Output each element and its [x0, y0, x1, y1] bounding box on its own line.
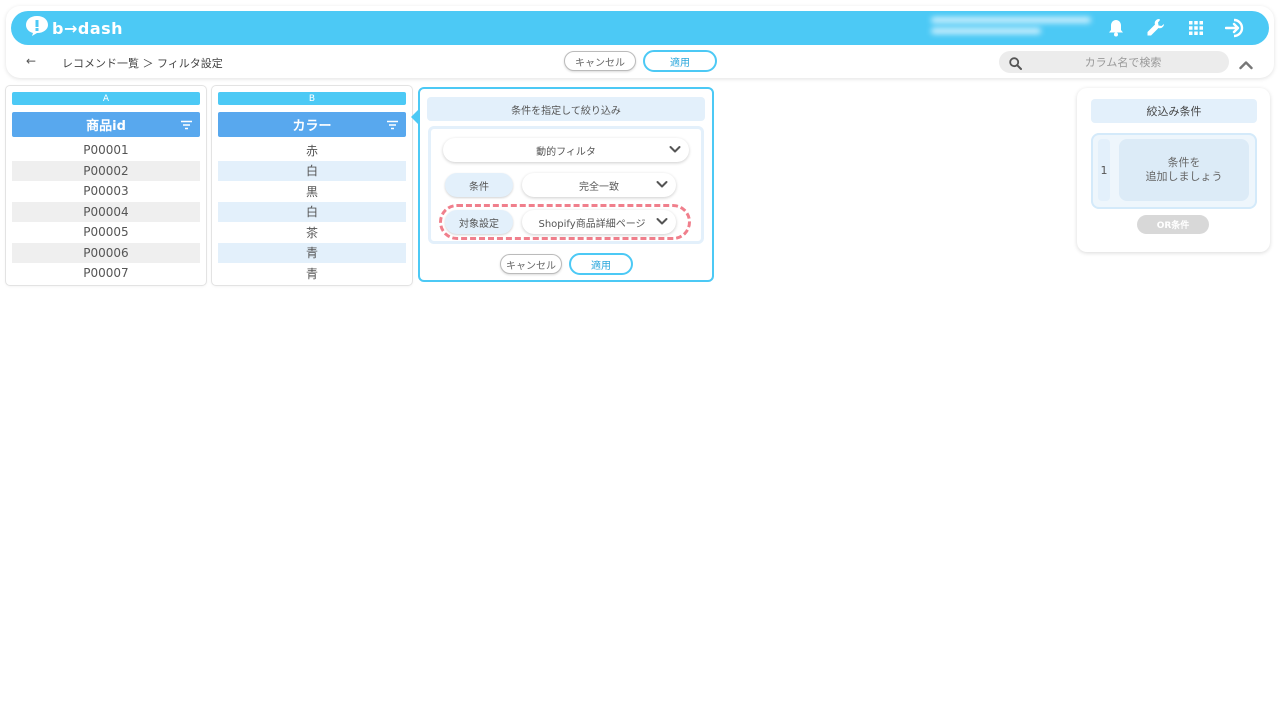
- column-card-a: A 商品id P00001 P00002 P00003 P00004 P0000…: [6, 86, 206, 285]
- panel-cancel-button[interactable]: キャンセル: [500, 254, 562, 274]
- filter-icon[interactable]: [387, 119, 398, 134]
- wrench-icon[interactable]: [1145, 17, 1167, 39]
- table-row[interactable]: 白: [218, 160, 406, 181]
- dropdown-value: 動的フィルタ: [536, 146, 596, 158]
- table-row[interactable]: P00003: [12, 181, 200, 202]
- breadcrumb: レコメンド一覧 ＞ フィルタ設定: [62, 57, 223, 70]
- add-condition-area[interactable]: 条件を 追加しましょう: [1119, 139, 1249, 201]
- table-row[interactable]: P00002: [12, 160, 200, 181]
- column-letter: A: [12, 92, 200, 105]
- panel-title: 条件を指定して絞り込み: [427, 97, 705, 121]
- table-row[interactable]: 青: [218, 263, 406, 284]
- dropdown-value: Shopify商品詳細ページ: [538, 218, 646, 230]
- logout-icon[interactable]: [1225, 17, 1247, 39]
- table-row[interactable]: 茶: [218, 222, 406, 243]
- search-icon: [1009, 55, 1022, 74]
- conditions-title: 絞込み条件: [1091, 99, 1257, 123]
- column-card-b: B カラー 赤 白 黒 白 茶 青 青: [212, 86, 412, 285]
- chevron-down-icon: [669, 144, 681, 157]
- condition-group: 1 条件を 追加しましょう: [1091, 133, 1257, 209]
- panel-pointer: [411, 110, 418, 124]
- search-input[interactable]: [1033, 53, 1213, 71]
- filter-icon[interactable]: [181, 119, 192, 134]
- apply-button[interactable]: 適用: [643, 50, 717, 72]
- cancel-button[interactable]: キャンセル: [564, 51, 636, 71]
- dropdown-value: 完全一致: [579, 181, 619, 193]
- or-condition-button[interactable]: OR条件: [1137, 215, 1209, 234]
- condition-label: 条件: [445, 173, 513, 197]
- condition-index: 1: [1098, 139, 1110, 201]
- conditions-panel: 絞込み条件 1 条件を 追加しましょう OR条件: [1077, 88, 1270, 252]
- chevron-down-icon: [656, 179, 668, 192]
- column-header-color[interactable]: カラー: [218, 112, 406, 137]
- table-row[interactable]: P00005: [12, 222, 200, 243]
- target-setting-dropdown[interactable]: Shopify商品詳細ページ: [522, 210, 676, 234]
- logo-icon: [25, 15, 49, 41]
- account-info-blurred: [931, 17, 1101, 39]
- apps-grid-icon[interactable]: [1185, 17, 1207, 39]
- filter-conditions-box: 動的フィルタ 条件 完全一致 対象設定 Shopify商品詳細ページ: [428, 126, 704, 244]
- table-row[interactable]: 赤: [218, 140, 406, 161]
- column-header-label: カラー: [292, 119, 332, 134]
- header-card: b→dash ← レコメンド一覧 ＞ フィルタ設定 キャンセル 適用: [6, 6, 1274, 78]
- column-search: [999, 51, 1229, 73]
- table-row[interactable]: 白: [218, 201, 406, 222]
- column-header-label: 商品id: [86, 119, 126, 134]
- table-row[interactable]: 黒: [218, 181, 406, 202]
- chevron-up-icon[interactable]: [1239, 55, 1253, 74]
- target-setting-label: 対象設定: [445, 210, 513, 234]
- table-row[interactable]: P00004: [12, 201, 200, 222]
- logo-text: b→dash: [52, 18, 124, 38]
- table-row[interactable]: P00006: [12, 242, 200, 263]
- filter-type-dropdown[interactable]: 動的フィルタ: [443, 138, 689, 162]
- logo[interactable]: b→dash: [25, 15, 123, 41]
- table-row[interactable]: P00007: [12, 263, 200, 284]
- filter-panel: 条件を指定して絞り込み 動的フィルタ 条件 完全一致 対象設定 Shopify商…: [418, 87, 714, 282]
- top-bar: b→dash: [11, 11, 1269, 45]
- column-letter: B: [218, 92, 406, 105]
- table-row[interactable]: 青: [218, 242, 406, 263]
- panel-apply-button[interactable]: 適用: [569, 253, 633, 275]
- table-row[interactable]: P00001: [12, 140, 200, 161]
- chevron-down-icon: [656, 216, 668, 229]
- condition-dropdown[interactable]: 完全一致: [522, 173, 676, 197]
- sub-bar: ← レコメンド一覧 ＞ フィルタ設定 キャンセル 適用: [6, 48, 1274, 78]
- column-header-product-id[interactable]: 商品id: [12, 112, 200, 137]
- bell-icon[interactable]: [1105, 17, 1127, 39]
- back-arrow-icon[interactable]: ←: [26, 54, 36, 68]
